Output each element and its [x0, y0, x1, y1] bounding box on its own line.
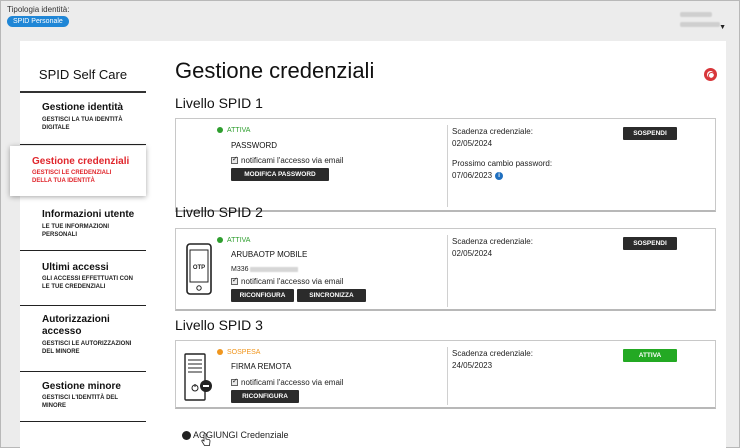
modifica-password-button[interactable]: MODIFICA PASSWORD — [231, 168, 329, 181]
credential-name: ARUBAOTP MOBILE — [231, 250, 308, 259]
status-text: ATTIVA — [227, 237, 251, 244]
page-title: Gestione credenziali — [175, 58, 375, 83]
expiry-info: Scadenza credenziale: 02/05/2024 — [452, 236, 533, 260]
status-badge: SOSPESA — [217, 349, 260, 356]
sidebar-item-gestione-minore[interactable]: Gestione minore GESTISCI L'IDENTITÀ DEL … — [20, 372, 146, 422]
sidebar-item-gestione-identita[interactable]: Gestione identità GESTISCI LA TUA IDENTI… — [20, 92, 146, 145]
sidebar-item-subtitle: GESTISCI LE AUTORIZZAZIONI DEL MINORE — [42, 341, 132, 355]
device-id: M336 — [231, 266, 298, 273]
attiva-button[interactable]: ATTIVA — [623, 349, 677, 362]
add-credential-link[interactable]: AGGIUNGI Credenziale — [182, 430, 289, 440]
status-badge: ATTIVA — [217, 237, 250, 244]
next-change-value: 07/06/2023 — [452, 171, 493, 180]
status-text: SOSPESA — [227, 349, 261, 356]
device-id-prefix: M336 — [231, 266, 249, 273]
notify-label: notificami l'accesso via email — [241, 156, 344, 165]
window-frame: Tipologia identità: SPID Personale ▼ SPI… — [0, 0, 740, 448]
identity-type-label: Tipologia identità: — [7, 5, 70, 14]
expiry-value: 02/05/2024 — [452, 249, 493, 258]
content-panel: SPID Self Care Gestione identità GESTISC… — [10, 41, 726, 448]
expiry-value: 02/05/2024 — [452, 139, 493, 148]
sidebar-item-subtitle: GLI ACCESSI EFFETTUATI CON LE TUE CREDEN… — [42, 276, 133, 290]
svg-text:OTP: OTP — [193, 265, 205, 271]
sidebar-item-label: Gestione minore — [42, 381, 121, 392]
credential-card-level-2: OTP ATTIVA ARUBAOTP MOBILE M336 notifica… — [175, 228, 716, 311]
sidebar-title: SPID Self Care — [38, 67, 128, 82]
next-change-label: Prossimo cambio password: — [452, 159, 553, 168]
remote-signature-server-icon — [184, 353, 212, 401]
credential-name: FIRMA REMOTA — [231, 362, 292, 371]
notify-label: notificami l'accesso via email — [241, 277, 344, 286]
credential-name: PASSWORD — [231, 141, 278, 150]
chevron-down-icon[interactable]: ▼ — [719, 24, 726, 31]
sidebar-item-autorizzazioni-accesso[interactable]: Autorizzazioni accesso GESTISCI LE AUTOR… — [20, 306, 146, 372]
sidebar-item-gestione-credenziali[interactable]: Gestione credenziali GESTISCI LE CREDENZ… — [10, 146, 146, 196]
identity-type-badge: SPID Personale — [7, 16, 69, 27]
expiry-info: Scadenza credenziale: 24/05/2023 — [452, 348, 533, 372]
expiry-info: Scadenza credenziale: 02/05/2024 Prossim… — [452, 126, 552, 182]
credential-card-level-3: SOSPESA FIRMA REMOTA notificami l'access… — [175, 340, 716, 409]
sidebar-item-subtitle: GESTISCI L'IDENTITÀ DEL MINORE — [42, 395, 118, 409]
status-dot-icon — [217, 237, 223, 244]
user-detail-redacted — [680, 22, 720, 27]
status-badge: ATTIVA — [217, 127, 250, 134]
sospendi-button[interactable]: SOSPENDI — [623, 237, 677, 250]
add-circle-icon — [182, 430, 191, 440]
info-icon[interactable]: i — [495, 171, 504, 180]
notify-checkbox-row[interactable]: notificami l'accesso via email — [231, 276, 344, 286]
sincronizza-button[interactable]: SINCRONIZZA — [297, 289, 366, 302]
level-2-title: Livello SPID 2 — [175, 204, 263, 220]
notify-label: notificami l'accesso via email — [241, 378, 344, 387]
sidebar-item-label: Gestione credenziali — [32, 156, 130, 167]
sospendi-button[interactable]: SOSPENDI — [623, 127, 677, 140]
hand-pointer-cursor-icon — [201, 433, 211, 446]
level-3-title: Livello SPID 3 — [175, 317, 263, 333]
sidebar-item-label: Ultimi accessi — [42, 262, 109, 273]
notify-checkbox[interactable] — [231, 155, 238, 164]
card-divider — [447, 125, 448, 207]
lifebuoy-help-icon[interactable] — [704, 68, 717, 81]
card-divider — [447, 235, 448, 307]
sidebar-item-label: Informazioni utente — [42, 209, 135, 220]
level-1-title: Livello SPID 1 — [175, 95, 263, 111]
user-name-redacted — [680, 12, 712, 17]
riconfigura-button[interactable]: RICONFIGURA — [231, 289, 294, 302]
sidebar-item-label: Autorizzazioni accesso — [42, 314, 110, 337]
device-id-redacted — [249, 266, 298, 272]
expiry-label: Scadenza credenziale: — [452, 237, 533, 246]
status-dot-icon — [217, 127, 223, 134]
riconfigura-button[interactable]: RICONFIGURA — [231, 390, 299, 403]
top-bar: Tipologia identità: SPID Personale ▼ — [2, 2, 740, 38]
status-dot-icon — [217, 349, 223, 356]
status-text: ATTIVA — [227, 127, 251, 134]
sidebar-item-ultimi-accessi[interactable]: Ultimi accessi GLI ACCESSI EFFETTUATI CO… — [20, 251, 146, 306]
smartphone-otp-icon: OTP — [186, 243, 212, 295]
expiry-label: Scadenza credenziale: — [452, 127, 533, 136]
notify-checkbox-row[interactable]: notificami l'accesso via email — [231, 377, 344, 387]
sidebar-item-subtitle: LE TUE INFORMAZIONI PERSONALI — [42, 224, 109, 238]
notify-checkbox[interactable] — [231, 276, 238, 285]
expiry-label: Scadenza credenziale: — [452, 349, 533, 358]
sidebar-item-subtitle: GESTISCI LE CREDENZIALI DELLA TUA IDENTI… — [32, 170, 112, 184]
sidebar-item-subtitle: GESTISCI LA TUA IDENTITÀ DIGITALE — [42, 117, 123, 131]
sidebar-item-label: Gestione identità — [42, 102, 124, 113]
notify-checkbox[interactable] — [231, 377, 238, 386]
credential-card-level-1: ATTIVA PASSWORD notificami l'accesso via… — [175, 118, 716, 212]
user-menu[interactable] — [680, 12, 720, 27]
sidebar-item-informazioni-utente[interactable]: Informazioni utente LE TUE INFORMAZIONI … — [20, 198, 146, 251]
expiry-value: 24/05/2023 — [452, 361, 493, 370]
notify-checkbox-row[interactable]: notificami l'accesso via email — [231, 155, 344, 165]
card-divider — [447, 347, 448, 405]
